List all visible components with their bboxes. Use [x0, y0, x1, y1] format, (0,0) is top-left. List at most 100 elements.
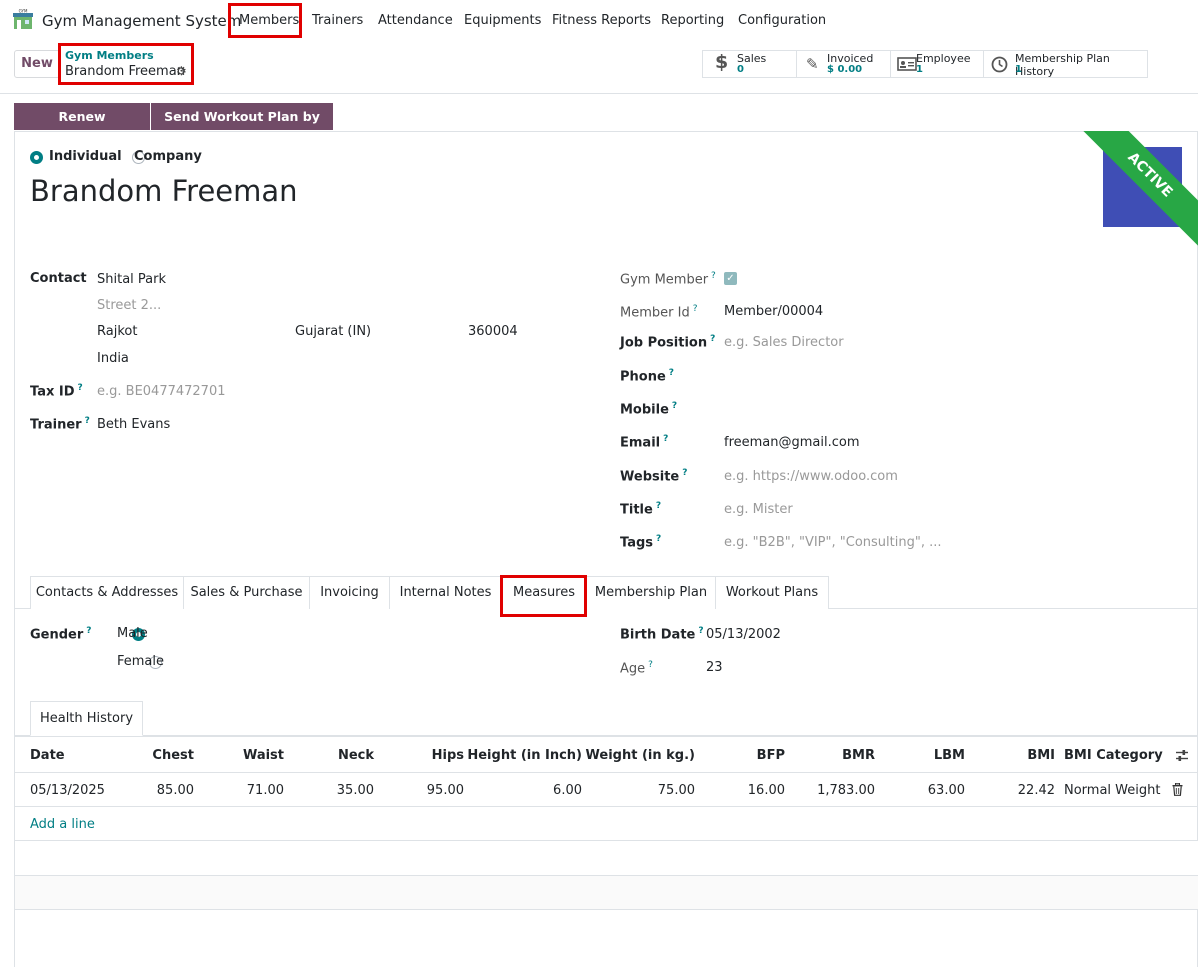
subtab-health-history[interactable]: Health History — [30, 701, 143, 736]
app-name[interactable]: Gym Management System — [42, 12, 241, 30]
add-line-link[interactable]: Add a line — [30, 817, 95, 832]
tab-contacts-addresses[interactable]: Contacts & Addresses — [30, 576, 184, 609]
tags-label: Tags? — [620, 534, 662, 551]
street2-field[interactable]: Street 2... — [97, 298, 161, 313]
tab-internal-notes[interactable]: Internal Notes — [389, 576, 502, 609]
menu-trainers[interactable]: Trainers — [312, 13, 363, 28]
col-bfp[interactable]: BFP — [757, 748, 785, 763]
city-field[interactable]: Rajkot — [97, 324, 137, 339]
send-workout-plan-button[interactable]: Send Workout Plan by Email — [151, 103, 333, 151]
email-label: Email? — [620, 434, 669, 451]
stat-sales[interactable]: $ Sales 0 — [703, 51, 797, 77]
cell-bmi-category: Normal Weight — [1064, 783, 1161, 798]
stat-employee[interactable]: Employee 1 — [891, 51, 984, 77]
cell-neck: 35.00 — [336, 783, 374, 798]
cell-date: 05/13/2025 — [30, 783, 105, 798]
cell-hips: 95.00 — [426, 783, 464, 798]
col-weight[interactable]: Weight (in kg.) — [586, 748, 695, 763]
mobile-field[interactable] — [724, 399, 1024, 419]
cell-waist: 71.00 — [246, 783, 284, 798]
website-label: Website? — [620, 468, 688, 485]
birth-date-label: Birth Date? — [620, 626, 704, 643]
stat-buttons: $ Sales 0 ✎ Invoiced $ 0.00 Employee 1 M… — [702, 50, 1148, 78]
gym-member-checkbox[interactable]: ✓ — [724, 272, 737, 285]
trainer-field[interactable]: Beth Evans — [97, 417, 170, 432]
empty-row — [15, 876, 1198, 910]
gym-member-label: Gym Member? — [620, 271, 716, 288]
title-field[interactable]: e.g. Mister — [724, 502, 793, 517]
cell-lbm: 63.00 — [927, 783, 965, 798]
gender-label: Gender? — [30, 626, 92, 643]
table-header: Date Chest Waist Neck Hips Height (in In… — [15, 736, 1198, 773]
tab-invoicing[interactable]: Invoicing — [309, 576, 390, 609]
edit-icon: ✎ — [806, 55, 819, 73]
street-field[interactable]: Shital Park — [97, 272, 166, 287]
col-neck[interactable]: Neck — [338, 748, 374, 763]
tax-id-label: Tax ID? — [30, 383, 83, 400]
phone-label: Phone? — [620, 368, 675, 385]
tab-workout-plans[interactable]: Workout Plans — [715, 576, 829, 609]
member-id-label: Member Id? — [620, 304, 698, 321]
website-field[interactable]: e.g. https://www.odoo.com — [724, 469, 898, 484]
highlight-members — [228, 3, 302, 38]
cell-bmr: 1,783.00 — [817, 783, 875, 798]
cell-chest: 85.00 — [156, 783, 194, 798]
stat-membership-history[interactable]: Membership Plan History 1 — [984, 51, 1147, 78]
tab-membership-plan[interactable]: Membership Plan — [586, 576, 716, 609]
menu-attendance[interactable]: Attendance — [378, 13, 453, 28]
tax-id-field[interactable]: e.g. BE0477472701 — [97, 384, 226, 399]
col-bmr[interactable]: BMR — [842, 748, 875, 763]
menu-equipments[interactable]: Equipments — [464, 13, 541, 28]
col-hips[interactable]: Hips — [432, 748, 464, 763]
state-field[interactable]: Gujarat (IN) — [295, 324, 371, 339]
col-bmi-category[interactable]: BMI Category — [1064, 748, 1163, 763]
highlight-breadcrumb — [58, 43, 194, 85]
optional-columns-icon[interactable] — [1175, 749, 1189, 762]
zip-field[interactable]: 360004 — [468, 324, 518, 339]
menu-reporting[interactable]: Reporting — [661, 13, 724, 28]
col-lbm[interactable]: LBM — [934, 748, 965, 763]
birth-date-field[interactable]: 05/13/2002 — [706, 627, 781, 642]
col-date[interactable]: Date — [30, 748, 65, 763]
col-chest[interactable]: Chest — [152, 748, 194, 763]
tags-field[interactable]: e.g. "B2B", "VIP", "Consulting", ... — [724, 535, 941, 550]
gender-female-label[interactable]: Female — [117, 654, 164, 669]
table-row[interactable]: 05/13/2025 85.00 71.00 35.00 95.00 6.00 … — [15, 773, 1198, 807]
individual-radio[interactable] — [30, 151, 43, 164]
col-waist[interactable]: Waist — [243, 748, 284, 763]
id-card-icon — [897, 57, 917, 71]
cell-bmi: 22.42 — [1017, 783, 1055, 798]
top-navbar: GYM Gym Management System Members Traine… — [0, 0, 1198, 42]
tab-sales-purchase[interactable]: Sales & Purchase — [183, 576, 310, 609]
new-button[interactable]: New — [14, 50, 60, 78]
contact-label: Contact — [30, 271, 87, 286]
member-id-field: Member/00004 — [724, 304, 824, 319]
trainer-label: Trainer? — [30, 416, 90, 433]
partner-name[interactable]: Brandom Freeman — [30, 174, 298, 208]
company-label[interactable]: Company — [134, 149, 202, 164]
col-bmi[interactable]: BMI — [1027, 748, 1055, 763]
col-height[interactable]: Height (in Inch) — [467, 748, 582, 763]
individual-label[interactable]: Individual — [49, 149, 122, 164]
country-field[interactable]: India — [97, 351, 129, 366]
mobile-label: Mobile? — [620, 401, 678, 418]
ribbon-clip: ACTIVE — [1060, 131, 1198, 266]
active-ribbon: ACTIVE — [1067, 131, 1198, 258]
phone-field[interactable] — [724, 366, 1024, 386]
svg-text:GYM: GYM — [19, 9, 28, 14]
renew-membership-button[interactable]: Renew Membership — [14, 103, 150, 151]
job-position-label: Job Position? — [620, 334, 716, 351]
age-field: 23 — [706, 660, 723, 675]
menu-fitness-reports[interactable]: Fitness Reports — [552, 13, 651, 28]
highlight-measures-tab — [500, 575, 587, 617]
stat-invoiced[interactable]: ✎ Invoiced $ 0.00 — [797, 51, 891, 77]
gym-app-icon[interactable]: GYM — [12, 9, 34, 31]
age-label: Age? — [620, 660, 653, 677]
gender-male-label[interactable]: Male — [117, 626, 148, 641]
dollar-icon: $ — [715, 51, 729, 73]
menu-configuration[interactable]: Configuration — [738, 13, 826, 28]
email-field[interactable]: freeman@gmail.com — [724, 435, 860, 450]
cell-bfp: 16.00 — [747, 783, 785, 798]
job-position-field[interactable]: e.g. Sales Director — [724, 335, 844, 350]
trash-icon[interactable] — [1172, 783, 1183, 796]
